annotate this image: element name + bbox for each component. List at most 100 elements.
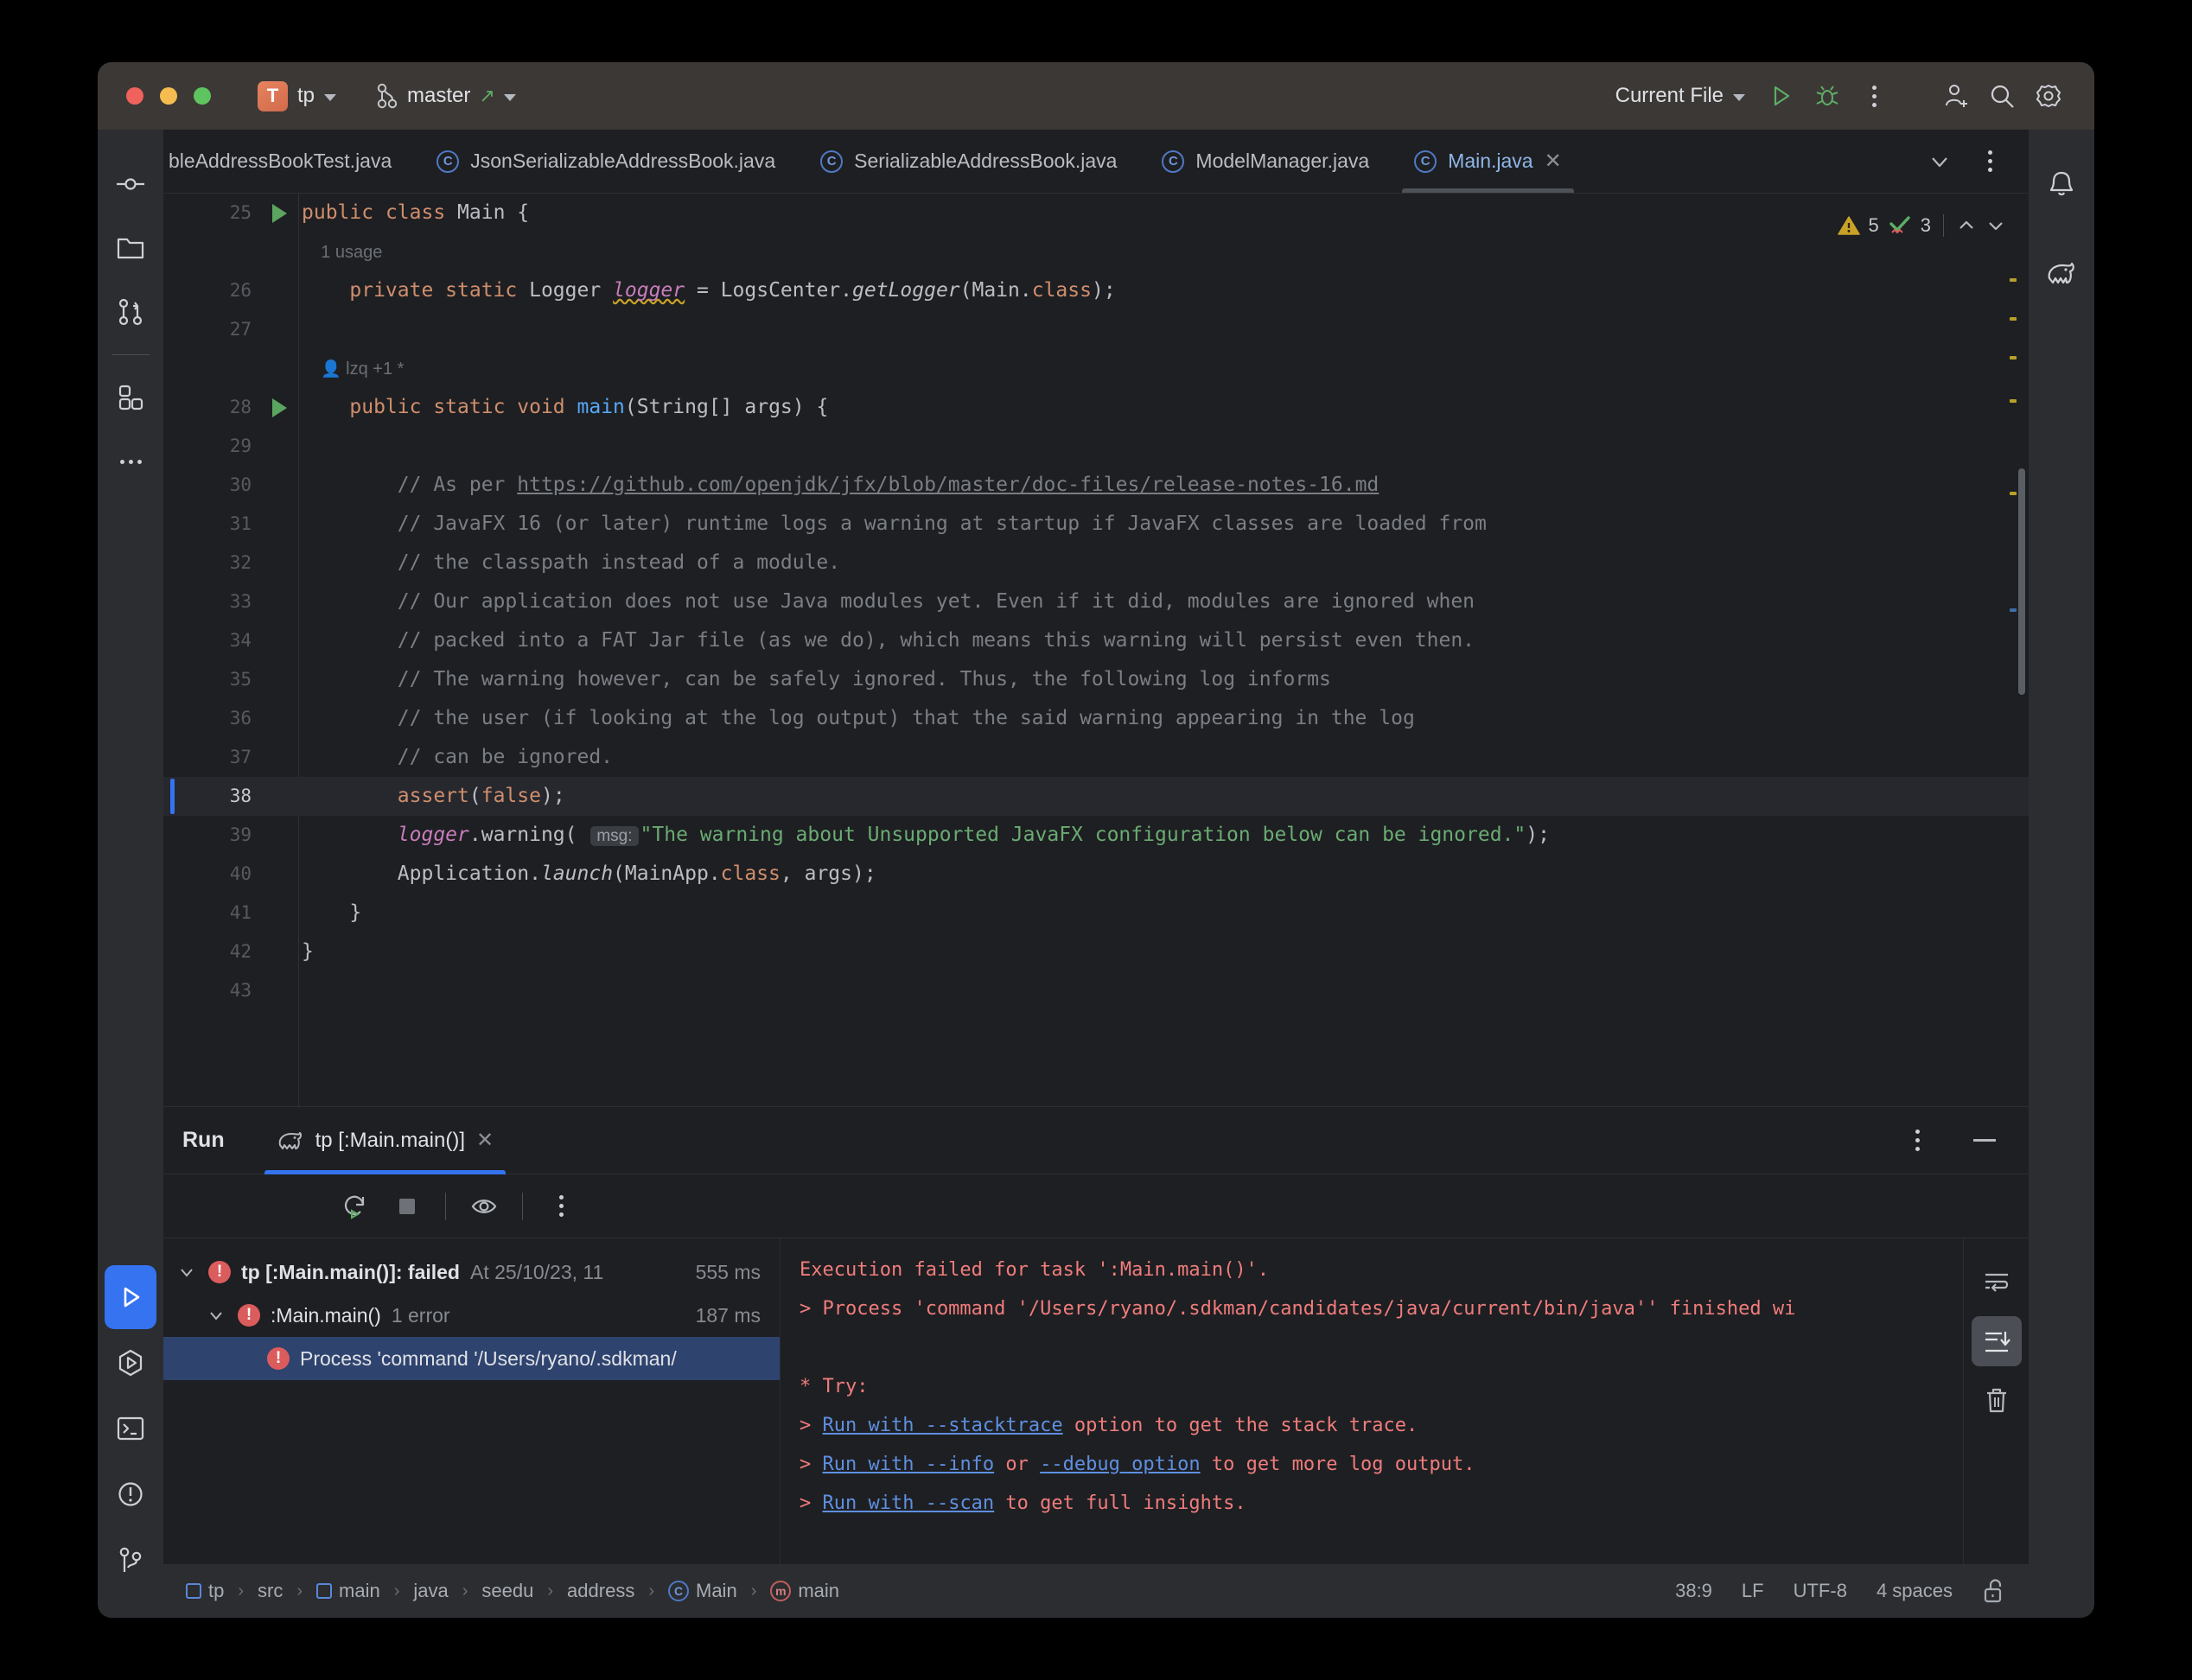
caret-position[interactable]: 38:9 [1675, 1580, 1712, 1602]
run-tree-row[interactable]: !Process 'command '/Users/ryano/.sdkman/ [163, 1337, 780, 1380]
sidebar-item-run[interactable] [105, 1265, 156, 1329]
run-tree-row[interactable]: !:Main.main()1 error187 ms [163, 1294, 780, 1337]
widget-divider [1943, 214, 1944, 237]
run-button[interactable] [1757, 74, 1804, 118]
soft-wrap-button[interactable] [1972, 1257, 2022, 1308]
clear-all-button[interactable] [1972, 1375, 2022, 1425]
run-toolbar-more-button[interactable] [538, 1184, 583, 1229]
breadcrumb-item[interactable]: main [316, 1580, 380, 1602]
debug-button[interactable] [1804, 74, 1851, 118]
sidebar-item-project[interactable] [105, 216, 156, 280]
close-run-tab-icon[interactable]: ✕ [476, 1128, 494, 1153]
next-problem-icon[interactable] [1985, 215, 2006, 236]
stop-button[interactable] [385, 1184, 430, 1229]
console-link[interactable]: Run with --scan [823, 1492, 995, 1514]
tab-more-actions-button[interactable] [1966, 140, 2013, 183]
tab-json-serializable-address-book[interactable]: C JsonSerializableAddressBook.java [414, 130, 798, 193]
left-rail-bottom [105, 1265, 156, 1618]
editor-scrollbar-thumb[interactable] [2018, 468, 2025, 695]
close-window-button[interactable] [126, 87, 143, 105]
error-stripe-markers[interactable] [1998, 194, 2029, 1106]
line-separator[interactable]: LF [1742, 1580, 1764, 1602]
minimize-run-window-button[interactable] [1961, 1119, 2008, 1162]
comment-link[interactable]: https://github.com/openjdk/jfx/blob/mast… [517, 474, 1379, 496]
chevron-down-icon [324, 94, 336, 101]
sidebar-item-services[interactable] [105, 1331, 156, 1395]
run-tree-row[interactable]: !tp [:Main.main()]: failedAt 25/10/23, 1… [163, 1250, 780, 1294]
run-more-actions-button[interactable] [1894, 1119, 1940, 1162]
console-side-toolbar [1963, 1238, 2029, 1564]
console-output[interactable]: Execution failed for task ':Main.main()'… [781, 1238, 1963, 1564]
unlocked-padlock-icon[interactable] [1982, 1578, 2006, 1604]
module-icon [316, 1583, 332, 1599]
sidebar-item-pull-requests[interactable] [105, 280, 156, 344]
sidebar-item-commit[interactable] [105, 152, 156, 216]
console-link[interactable]: --debug option [1040, 1454, 1200, 1475]
scroll-to-end-button[interactable] [1972, 1316, 2022, 1366]
add-user-button[interactable] [1932, 74, 1979, 118]
breadcrumb-item[interactable]: java [413, 1580, 448, 1602]
field-name: logger [398, 824, 469, 846]
code-text: // As per https://github.com/openjdk/jfx… [298, 466, 1379, 505]
sidebar-item-more-tool-windows[interactable] [105, 430, 156, 493]
console-text: * Try: [800, 1376, 868, 1397]
minimize-window-button[interactable] [160, 87, 177, 105]
console-link[interactable]: Run with --stacktrace [823, 1415, 1063, 1436]
code-text: // the user (if looking at the log outpu… [298, 699, 1415, 738]
warning-count: 5 [1869, 206, 1879, 245]
run-tab-main[interactable]: tp [:Main.main()] ✕ [264, 1107, 507, 1174]
left-tool-rail [98, 130, 163, 1618]
chevron-down-icon [1733, 94, 1745, 101]
keyword: void [517, 396, 577, 418]
notifications-button[interactable] [2036, 152, 2087, 216]
author-inlay-hint[interactable]: 👤 lzq +1 * [302, 360, 404, 379]
breadcrumb[interactable]: tp›src›main›java›seedu›address›CMain›mma… [186, 1580, 839, 1602]
tab-main-java[interactable]: C Main.java ✕ [1392, 130, 1584, 193]
breadcrumb-item[interactable]: src [258, 1580, 283, 1602]
branch-selector[interactable]: master ↗ [376, 83, 516, 109]
code-editor[interactable]: 5 3 [163, 194, 2029, 1106]
filter-button[interactable] [462, 1184, 507, 1229]
run-configuration-selector[interactable]: Current File [1603, 74, 1757, 118]
previous-problem-icon[interactable] [1956, 215, 1977, 236]
minimize-icon [1973, 1139, 1996, 1142]
tab-model-manager[interactable]: C ModelManager.java [1139, 130, 1392, 193]
breadcrumb-item[interactable]: mmain [770, 1580, 839, 1602]
gutter-marker[interactable] [260, 398, 298, 417]
maximize-window-button[interactable] [194, 87, 211, 105]
indent-setting[interactable]: 4 spaces [1877, 1580, 1953, 1602]
gutter-marker[interactable] [260, 204, 298, 223]
sidebar-item-problems[interactable] [105, 1462, 156, 1526]
console-text: option to get the stack trace. [1063, 1415, 1418, 1436]
file-encoding[interactable]: UTF-8 [1794, 1580, 1847, 1602]
close-tab-icon[interactable]: ✕ [1545, 149, 1562, 174]
parameter-hint[interactable]: msg: [590, 826, 638, 846]
tab-address-book-test[interactable]: bleAddressBookTest.java [163, 130, 414, 193]
breadcrumb-item[interactable]: address [567, 1580, 634, 1602]
search-everywhere-button[interactable] [1979, 74, 2025, 118]
run-tree-label: Process 'command '/Users/ryano/.sdkman/ [300, 1347, 677, 1371]
editor-tab-bar: bleAddressBookTest.java C JsonSerializab… [163, 130, 2029, 194]
chevron-down-icon[interactable] [205, 1307, 227, 1324]
console-link[interactable]: Run with --info [823, 1454, 995, 1475]
settings-button[interactable] [2025, 74, 2072, 118]
terminal-icon [116, 1416, 145, 1441]
stripe-marker [2010, 278, 2017, 282]
breadcrumb-item[interactable]: tp [186, 1580, 224, 1602]
tab-serializable-address-book[interactable]: C SerializableAddressBook.java [798, 130, 1139, 193]
error-icon: ! [208, 1261, 231, 1283]
gradle-tool-window-button[interactable] [2036, 242, 2087, 306]
rerun-button[interactable] [333, 1184, 378, 1229]
run-tree[interactable]: !tp [:Main.main()]: failedAt 25/10/23, 1… [163, 1238, 781, 1564]
chevron-down-icon[interactable] [175, 1263, 198, 1281]
usage-inlay-hint[interactable]: 1 usage [302, 243, 382, 262]
sidebar-item-terminal[interactable] [105, 1397, 156, 1460]
sidebar-item-git[interactable] [105, 1528, 156, 1592]
project-selector[interactable]: T tp [258, 81, 336, 111]
breadcrumb-item[interactable]: CMain [668, 1580, 737, 1602]
breadcrumb-item[interactable]: seedu [481, 1580, 533, 1602]
inspections-widget[interactable]: 5 3 [1838, 206, 2007, 245]
show-tab-list-button[interactable] [1916, 140, 1963, 183]
sidebar-item-plugins[interactable] [105, 366, 156, 430]
more-actions-button[interactable] [1851, 74, 1897, 118]
